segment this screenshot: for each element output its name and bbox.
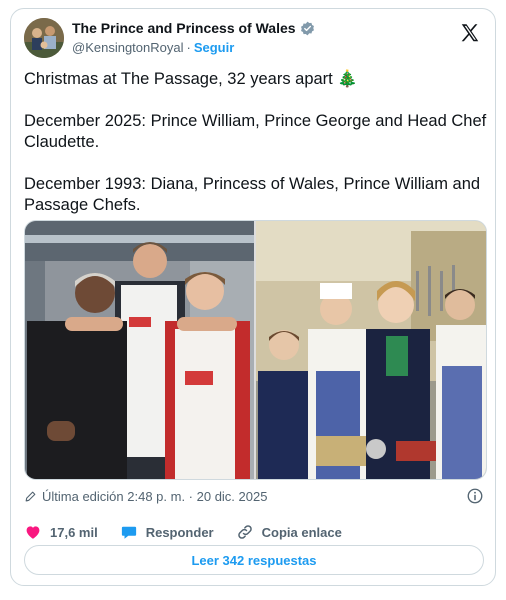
photo-2025[interactable] xyxy=(25,221,254,479)
reply-button[interactable]: Responder xyxy=(120,523,214,541)
photo-1993[interactable] xyxy=(256,221,486,479)
x-logo-icon[interactable] xyxy=(459,22,481,44)
follow-button[interactable]: Seguir xyxy=(194,40,234,55)
tweet-line-1: Christmas at The Passage, 32 years apart… xyxy=(24,70,358,88)
name-row: The Prince and Princess of Wales xyxy=(72,20,315,36)
pencil-icon xyxy=(24,490,37,503)
media-grid xyxy=(24,220,487,480)
handle[interactable]: @KensingtonRoyal xyxy=(72,40,183,55)
link-icon xyxy=(236,523,254,541)
tweet-card: The Prince and Princess of Wales @Kensin… xyxy=(10,8,496,586)
tweet-header: The Prince and Princess of Wales @Kensin… xyxy=(24,18,483,62)
like-count: 17,6 mil xyxy=(50,524,98,540)
handle-row: @KensingtonRoyal · Seguir xyxy=(72,40,234,55)
verified-badge-icon xyxy=(300,21,315,36)
reply-bubble-icon xyxy=(120,523,138,541)
like-button[interactable]: 17,6 mil xyxy=(24,523,98,541)
copy-link-button[interactable]: Copia enlace xyxy=(236,523,342,541)
separator: · xyxy=(186,40,191,55)
reply-label: Responder xyxy=(145,524,214,540)
action-bar: 17,6 mil Responder Copia enlace xyxy=(24,521,364,543)
display-name[interactable]: The Prince and Princess of Wales xyxy=(72,20,296,36)
heart-icon xyxy=(24,523,42,541)
tweet-text: Christmas at The Passage, 32 years apart… xyxy=(24,69,489,216)
copy-link-label: Copia enlace xyxy=(261,524,342,540)
info-icon[interactable] xyxy=(466,487,484,505)
read-replies-button[interactable]: Leer 342 respuestas xyxy=(24,545,484,575)
edited-timestamp[interactable]: Última edición 2:48 p. m. · 20 dic. 2025 xyxy=(42,489,267,504)
tweet-line-3: December 1993: Diana, Princess of Wales,… xyxy=(24,175,481,214)
tweet-line-2: December 2025: Prince William, Prince Ge… xyxy=(24,112,487,151)
avatar[interactable] xyxy=(24,18,64,58)
edit-info: Última edición 2:48 p. m. · 20 dic. 2025 xyxy=(24,487,484,505)
